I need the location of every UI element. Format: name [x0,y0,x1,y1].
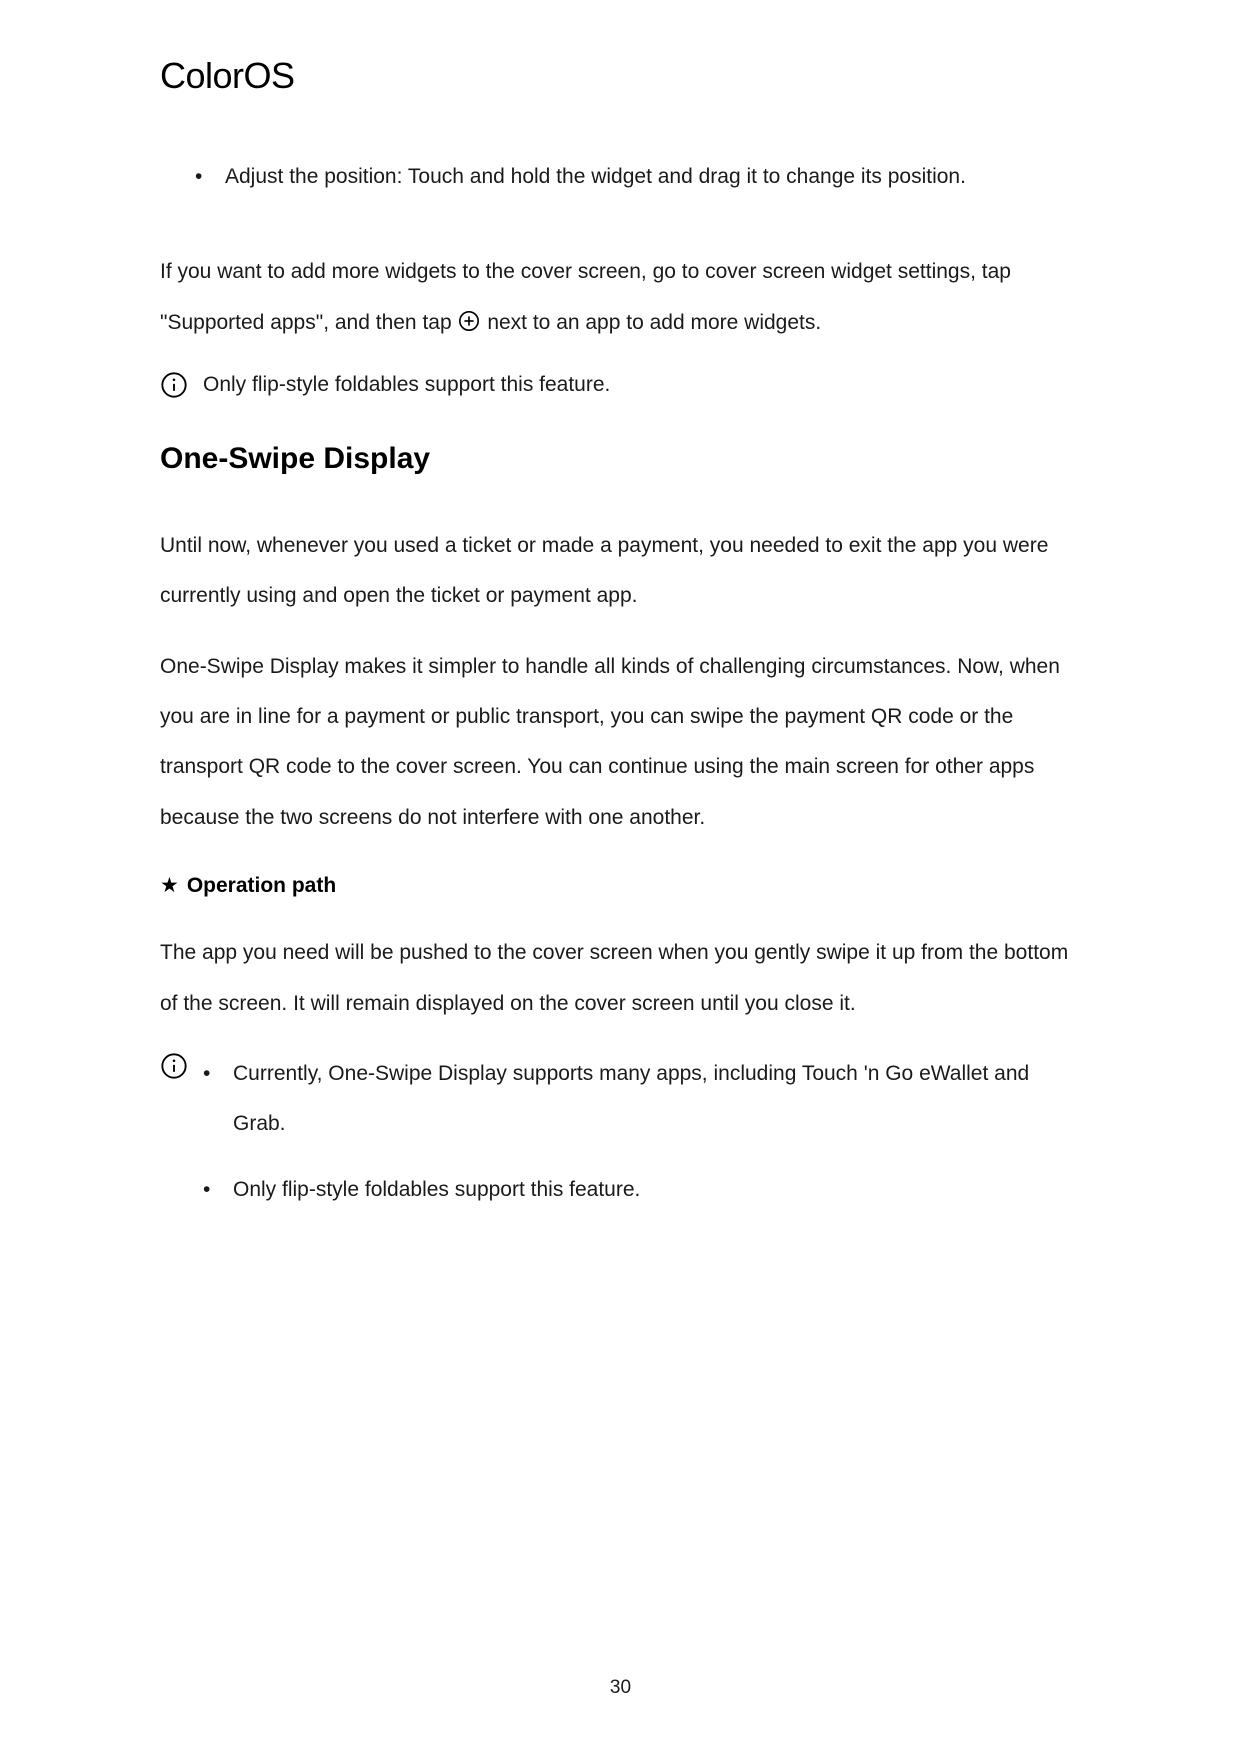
paragraph-add-widgets: If you want to add more widgets to the c… [160,247,1081,348]
info-icon [160,1052,188,1080]
paragraph-operation: The app you need will be pushed to the c… [160,928,1081,1029]
info-bullet-list: Currently, One-Swipe Display supports ma… [203,1049,1081,1230]
page-number: 30 [610,1677,631,1699]
header-logo: ColorOS [160,55,1081,97]
info-bullet-item: Only flip-style foldables support this f… [203,1165,1081,1215]
section-heading-one-swipe: One-Swipe Display [160,442,1081,476]
bullet-item: Adjust the position: Touch and hold the … [195,152,1081,202]
info-note-1: Only flip-style foldables support this f… [160,368,1081,402]
operation-path-label: Operation path [187,874,336,898]
widget-bullet-list: Adjust the position: Touch and hold the … [195,152,1081,202]
operation-path-heading: ★ Operation path [160,873,1081,898]
paragraph-intro: Until now, whenever you used a ticket or… [160,521,1081,622]
star-icon: ★ [160,873,179,898]
plus-circle-icon [457,309,481,333]
info-text: Only flip-style foldables support this f… [203,368,610,402]
logo-text: ColorOS [160,55,295,96]
paragraph-description: One-Swipe Display makes it simpler to ha… [160,642,1081,844]
info-note-2: Currently, One-Swipe Display supports ma… [160,1049,1081,1230]
para-text-part2: next to an app to add more widgets. [487,311,821,334]
info-bullet-item: Currently, One-Swipe Display supports ma… [203,1049,1081,1150]
info-icon [160,371,188,399]
